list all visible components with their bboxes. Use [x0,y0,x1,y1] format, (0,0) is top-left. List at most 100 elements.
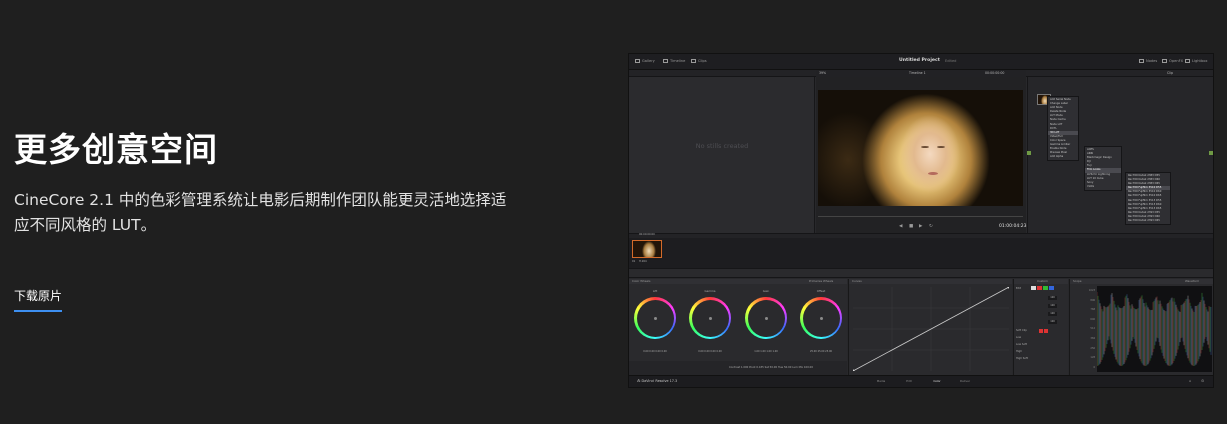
download-link[interactable]: 下载原片 [14,287,63,312]
viewer-mode[interactable]: Clip [1167,71,1173,75]
wheel-handle[interactable] [819,316,823,320]
nodes-icon [1139,59,1144,63]
scope-scale: 1023 896 768 640 512 384 256 128 0 [1088,289,1095,369]
softclip-r[interactable] [1039,329,1043,333]
lut-submenu: ACES ARRI Blackmagic Design DJI Fuji Fil… [1084,146,1122,191]
wheel-label: Lift [652,289,658,293]
clip-thumbnail[interactable] [632,240,662,258]
scrubber-bar[interactable] [818,216,1023,217]
gear-icon[interactable]: ⚙ [1201,379,1204,383]
menu-item[interactable]: Add Alpha [1048,155,1078,159]
topbar-openfx[interactable]: OpenFX [1162,59,1183,63]
brand-label: ⁂ DaVinci Resolve 17.3 [637,379,678,383]
clips-strip [629,238,1213,268]
custom-label: Low [1016,336,1022,339]
page-color[interactable]: Color [927,379,947,383]
custom-label: High Soft [1016,357,1028,360]
video-detail [937,146,945,148]
stop-icon[interactable]: ■ [909,224,913,229]
page-deliver[interactable]: Deliver [955,379,975,383]
openfx-icon [1162,59,1167,63]
video-detail [928,172,938,175]
node-context-menu: Add Serial Node Change Label Add Node De… [1047,96,1079,162]
softclip-g[interactable] [1044,329,1048,333]
play-reverse-icon[interactable]: ◀ [899,224,902,229]
tools-bar [629,268,1213,278]
bottom-bar [629,375,1213,387]
channel-y-swatch[interactable] [1031,286,1036,290]
clips-icon [691,59,696,63]
wheels-status: Contrast 1.000 Pivot 0.435 Sat 50.00 Hue… [729,366,813,369]
viewer-zoom[interactable]: 39% [819,71,826,75]
clip-codec: H.264 [639,260,647,263]
custom-value[interactable]: 100 [1048,304,1057,308]
waveform-plot [1097,286,1212,372]
film-looks-submenu: Rec709 Kodak 2383 D55 Rec709 Kodak 2383 … [1125,172,1171,226]
loop-icon[interactable]: ↻ [929,224,933,229]
wheel-handle[interactable] [653,316,657,320]
hero-description: CineCore 2.1 中的色彩管理系统让电影后期制作团队能更灵活地选择适应不… [14,191,507,234]
clip-timecode: 00:00:00:00 [639,233,655,236]
custom-value[interactable]: 100 [1048,320,1057,324]
waveform-graphic [1097,292,1212,366]
panel-header: Scope Waveform [1070,279,1213,284]
clip-number: 01 [632,260,636,263]
wheel-values: 25.00 25.00 25.00 [809,350,833,353]
channel-b-swatch[interactable] [1049,286,1054,290]
page-title: 更多创意空间 [14,130,218,169]
panel-header: Curves [849,279,1012,284]
gamma-wheel[interactable] [689,297,731,339]
wheel-label: Offset [816,289,826,293]
viewer-timecode: 01:00:04:23 [999,224,1027,229]
timeline-name[interactable]: Timeline 1 [909,71,926,75]
custom-label: Soft Clip [1016,329,1027,332]
topbar-nodes[interactable]: Nodes [1139,59,1157,63]
project-title: Untitled Project [899,58,940,63]
custom-value[interactable]: 100 [1048,312,1057,316]
page-edit[interactable]: Edit [899,379,919,383]
topbar-clips[interactable]: Clips [691,59,707,63]
gain-wheel[interactable] [745,297,787,339]
scope-mode[interactable]: Waveform [1185,279,1199,284]
viewer-timecode-top: 00:00:00:00 [985,71,1005,75]
topbar-lightbox[interactable]: Lightbox [1185,59,1207,63]
custom-label: High [1016,350,1022,353]
custom-label: Edit [1016,287,1022,290]
channel-g-swatch[interactable] [1043,286,1048,290]
curves-panel: Curves [848,279,1012,375]
video-frame [818,90,1023,206]
menu-item[interactable]: VLOG [1085,185,1121,189]
wheel-values: 0.00 0.00 0.00 0.00 [698,350,722,353]
custom-value[interactable]: 100 [1048,296,1057,300]
page-media[interactable]: Media [871,379,891,383]
node-input[interactable] [1027,151,1031,155]
timeline-icon [663,59,668,63]
gallery-panel [629,77,815,233]
lightbox-icon [1185,59,1190,63]
offset-wheel[interactable] [800,297,842,339]
panel-header: Color Wheels Primaries Wheels [629,279,847,284]
wheel-label: Gain [762,289,770,293]
gallery-icon [635,59,640,63]
lift-wheel[interactable] [634,297,676,339]
menu-item[interactable]: Rec709 Kodak 2393 D65 [1126,219,1170,223]
home-icon[interactable]: ⌂ [1189,379,1191,383]
curve-graph[interactable] [853,287,1009,371]
custom-label: Low Soft [1016,343,1028,346]
wheel-values: 1.00 1.00 1.00 1.00 [754,350,778,353]
channel-r-swatch[interactable] [1037,286,1042,290]
topbar-gallery[interactable]: Gallery [635,59,655,63]
video-detail [921,146,929,148]
project-status: Edited [945,59,957,63]
topbar-timeline[interactable]: Timeline [663,59,685,63]
node-output[interactable] [1209,151,1213,155]
wheel-values: 0.00 0.00 0.00 0.00 [643,350,667,353]
wheel-handle[interactable] [764,316,768,320]
hero-text: 更多创意空间 CineCore 2.1 中的色彩管理系统让电影后期制作团队能更灵… [14,130,534,238]
panel-header: Custom [1014,279,1068,284]
no-stills-text: No stills created [695,142,749,150]
wheel-handle[interactable] [708,316,712,320]
play-icon[interactable]: ▶ [919,224,922,229]
wheel-label: Gamma [704,289,716,293]
wheels-mode[interactable]: Primaries Wheels [809,279,833,284]
